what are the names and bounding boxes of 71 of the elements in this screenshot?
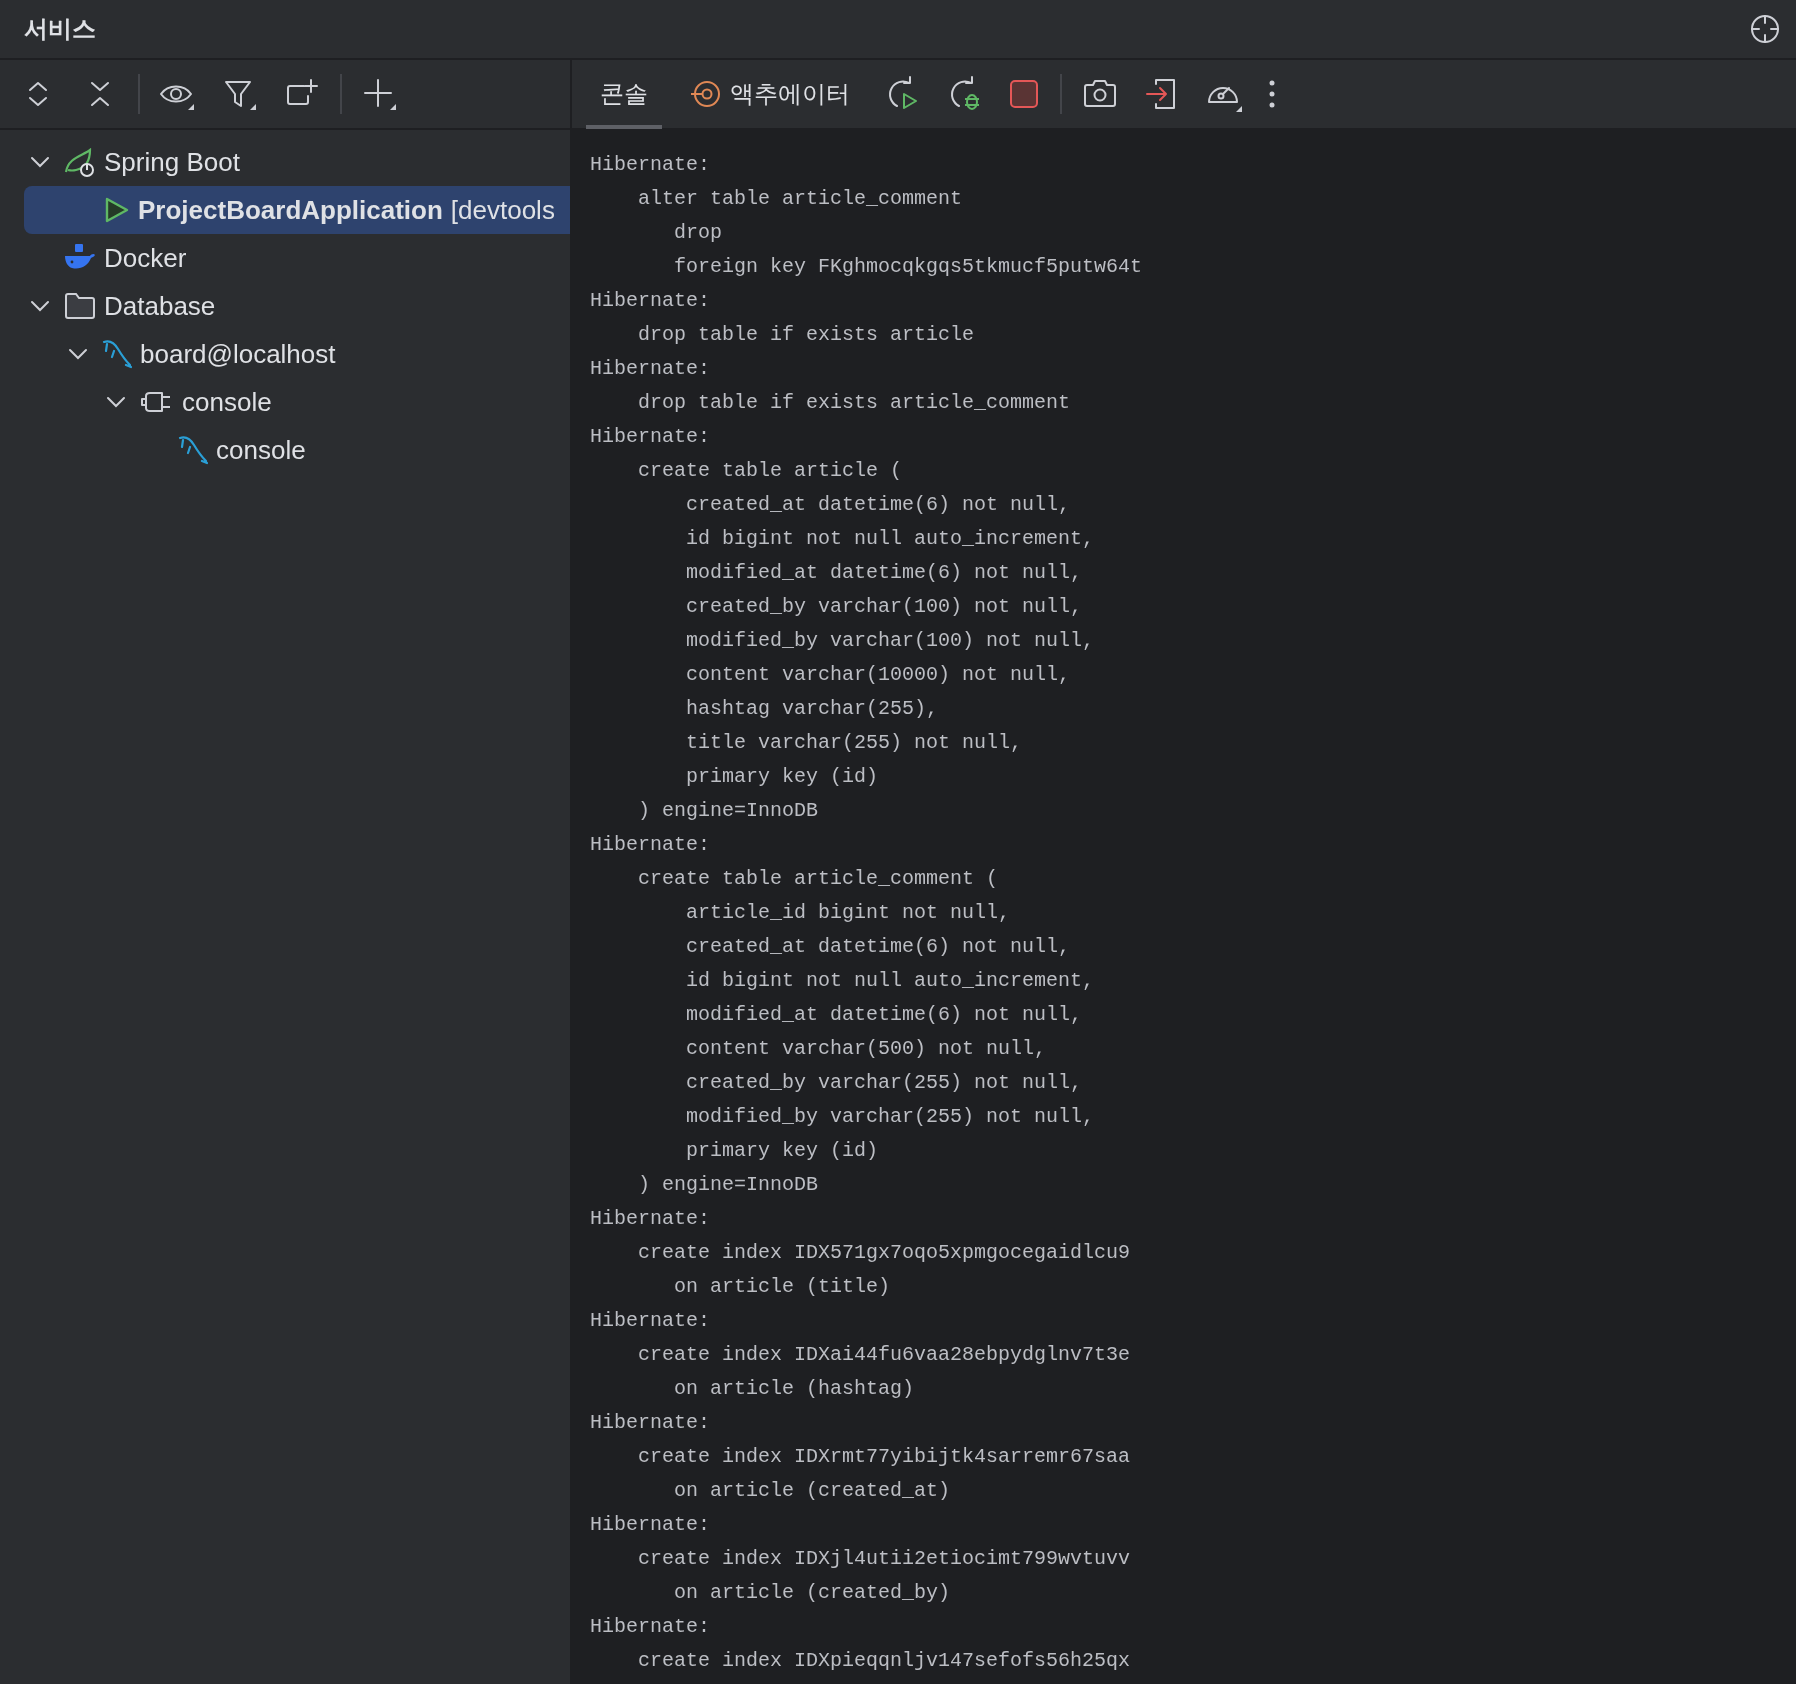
console-line: article_id bigint not null, [685,900,1012,926]
console-line: created_at datetime(6) not null, [685,492,1072,518]
tree-item[interactable]: Docker [24,234,570,282]
tree-item-label: Spring Boot [104,146,240,178]
console-line: modified_by varchar(255) not null, [685,1104,1096,1130]
chevron-down-icon[interactable] [68,348,88,360]
console-line: created_at datetime(6) not null, [685,934,1072,960]
console-line: primary key (id) [685,764,880,790]
console-line: drop table if exists article [637,322,976,348]
console-line: create index IDXrmt77yibijtk4sarremr67saa [637,1444,1132,1470]
tree-item-suffix: [devtools [450,194,555,226]
console-line: on article (created_by) [673,1580,952,1606]
target-icon [690,79,720,109]
console-line: create index IDXai44fu6vaa28ebpydglnv7t3e [637,1342,1132,1368]
tree-item[interactable]: console [24,378,570,426]
chevron-down-icon[interactable] [30,300,50,312]
folder-icon [64,291,96,321]
console-line: id bigint not null auto_increment, [685,526,1096,552]
console-line: content varchar(500) not null, [685,1036,1048,1062]
console-line: modified_at datetime(6) not null, [685,560,1084,586]
tree-item[interactable]: Spring Boot [24,138,570,186]
spring-leaf-icon [64,146,96,178]
tree-item-label: board@localhost [140,338,336,370]
tree-item[interactable]: board@localhost [24,330,570,378]
console-line: primary key (id) [685,1138,880,1164]
tree-item[interactable]: ProjectBoardApplication [devtools [24,186,570,234]
console-line: foreign key FKghmocqkgqs5tkmucf5putw64t [673,254,1144,280]
tree-item[interactable]: console [24,426,570,474]
console-line: create table article_comment ( [637,866,1000,892]
console-line: Hibernate: [590,1308,712,1334]
console-line: create table article ( [637,458,904,484]
console-line: Hibernate: [590,152,712,178]
console-line: alter table article_comment [637,186,964,212]
chevron-down-icon[interactable] [106,396,126,408]
tree-item-label: ProjectBoardApplication [138,194,443,226]
tree-item-label: Database [104,290,216,322]
console-line: Hibernate: [590,1614,712,1640]
console-line: create index IDXjl4utii2etiocimt799wvtuvv [637,1546,1132,1572]
console-line: Hibernate: [590,288,712,314]
console-line: on article (hashtag) [673,1376,916,1402]
console-line: Hibernate: [590,356,712,382]
console-line: id bigint not null auto_increment, [685,968,1096,994]
console-line: created_by varchar(100) not null, [685,594,1084,620]
crosshair-icon[interactable] [1750,14,1780,44]
console-line: hashtag varchar(255), [685,696,940,722]
window-title: 서비스 [24,14,96,44]
console-line: ) engine=InnoDB [637,1172,820,1198]
console-line: title varchar(255) not null, [685,730,1024,756]
tab[interactable]: 콘솔 [586,60,662,129]
console-line: Hibernate: [590,832,712,858]
tree-item-label: console [216,434,306,466]
console-line: on article (created_at) [673,1478,952,1504]
chevron-down-icon[interactable] [30,156,50,168]
tree-item-label: Docker [104,242,187,274]
console-line: create index IDXpieqqnljv147sefofs56h25qx [637,1648,1132,1674]
tree-item-label: console [182,386,272,418]
console-line: Hibernate: [590,424,712,450]
console-line: modified_by varchar(100) not null, [685,628,1096,654]
console-line: Hibernate: [590,1206,712,1232]
console-line: created_by varchar(255) not null, [685,1070,1084,1096]
console-line: drop table if exists article_comment [637,390,1072,416]
console-line: content varchar(10000) not null, [685,662,1072,688]
console-line: on article (title) [673,1274,892,1300]
tab[interactable]: 액추에이터 [676,60,864,129]
console-line: Hibernate: [590,1410,712,1436]
console-line: create index IDX571gx7oqo5xpmgocegaidlcu9 [637,1240,1132,1266]
console-line: Hibernate: [590,1512,712,1538]
console-line: ) engine=InnoDB [637,798,820,824]
console-line: drop [673,220,724,246]
console-line: modified_at datetime(6) not null, [685,1002,1084,1028]
tree-item[interactable]: Database [24,282,570,330]
